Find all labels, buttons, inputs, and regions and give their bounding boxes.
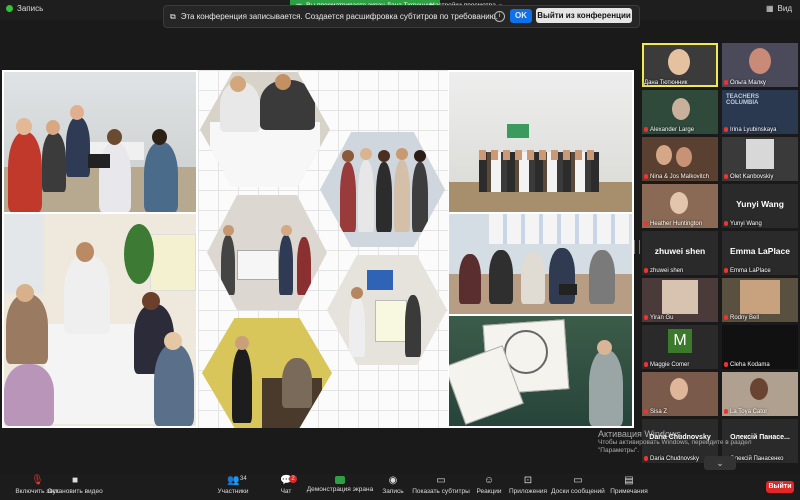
- captions-icon: ▭: [436, 475, 446, 486]
- participant-name: Yunyi Wang: [730, 221, 762, 227]
- participant-tile-zhuwei[interactable]: zhuwei shen zhuwei shen: [642, 231, 718, 275]
- participant-tile-dana[interactable]: Дана Тютюнник: [642, 43, 718, 87]
- participant-tile-latoya[interactable]: La Toya Cator: [722, 372, 798, 416]
- mic-muted-icon: [644, 126, 648, 132]
- activation-title: Активация Windows: [598, 429, 681, 439]
- leave-button[interactable]: Выйти: [766, 481, 794, 493]
- stop-video-label: Остановить видео: [47, 488, 103, 495]
- view-label: Вид: [777, 4, 792, 13]
- mic-muted-icon: [724, 173, 728, 179]
- record-label: Запись: [382, 488, 404, 495]
- whiteboard-icon: ▭: [573, 475, 583, 486]
- mic-muted-icon: [724, 267, 728, 273]
- participant-tile-yunyi[interactable]: Yunyi Wang Yunyi Wang: [722, 184, 798, 228]
- activation-line2: "Параметры".: [598, 447, 640, 454]
- video-camera-icon: ■: [71, 475, 79, 486]
- participant-gallery: Дана Тютюнник Ольга Малку Alexander Larg…: [640, 43, 800, 463]
- photo-group-discussion: [4, 214, 196, 426]
- participant-tile-alexander[interactable]: Alexander Large: [642, 90, 718, 134]
- apps-icon: ⊡: [523, 475, 533, 486]
- notes-button[interactable]: ▤ Примечания: [594, 475, 664, 496]
- mic-muted-icon: [644, 361, 648, 367]
- photo-computer-workshop: [449, 214, 632, 314]
- ok-button[interactable]: OK: [510, 9, 532, 23]
- apps-label: Приложения: [508, 488, 548, 495]
- meeting-toolbar: 🎙 Включить звук ■ Остановить видео 👥 34 …: [0, 474, 800, 500]
- chat-label: Чат: [280, 488, 292, 495]
- participant-name: Alexander Large: [650, 127, 695, 133]
- mic-muted-icon: [724, 361, 728, 367]
- participant-tile-olga[interactable]: Ольга Малку: [722, 43, 798, 87]
- participant-big-name: Yunyi Wang: [736, 199, 784, 209]
- participant-tile-rodny[interactable]: Rodny Bell: [722, 278, 798, 322]
- recording-label: Запись: [17, 4, 44, 13]
- participant-name: Yiran Gu: [650, 315, 674, 321]
- participant-name: Rodny Bell: [730, 315, 760, 321]
- view-button[interactable]: ▦ Вид: [766, 4, 792, 13]
- mic-muted-icon: [644, 455, 648, 461]
- participant-tile-maggie[interactable]: M Maggie Comer: [642, 325, 718, 369]
- participant-tile-nina[interactable]: Nina & Jos Malkovitch: [642, 137, 718, 181]
- participant-name: Maggie Comer: [650, 362, 690, 368]
- chevron-down-icon: ⌄: [716, 458, 724, 468]
- participant-name: Olet Kanbovskiy: [730, 174, 774, 180]
- participant-name: Олексій Панасенко: [730, 456, 784, 462]
- participant-tile-heather[interactable]: Heather Huntington: [642, 184, 718, 228]
- notes-icon: ▤: [624, 475, 634, 486]
- gallery-scroll-down-button[interactable]: ⌄: [704, 456, 736, 470]
- participant-name: Daria Chudnovsky: [650, 456, 700, 462]
- stop-video-button[interactable]: ■ Остановить видео: [40, 475, 110, 496]
- participant-name: Дана Тютюнник: [644, 80, 688, 86]
- participant-tile-yiran[interactable]: Yiran Gu: [642, 278, 718, 322]
- leave-conference-button[interactable]: Выйти из конференции: [536, 8, 632, 23]
- participant-name: zhuwei shen: [650, 268, 684, 274]
- notes-label: Примечания: [610, 488, 648, 495]
- participant-tile-irina[interactable]: TEACHERS COLUMBIA Irina Lyubinskaya: [722, 90, 798, 134]
- participants-icon: 👥: [227, 475, 240, 486]
- chat-badge: 2: [289, 475, 297, 483]
- participant-name: Ольга Малку: [730, 80, 766, 86]
- participants-count: 34: [240, 476, 247, 482]
- mic-muted-icon: [644, 267, 648, 273]
- avatar: M: [668, 329, 692, 353]
- participant-name: Heather Huntington: [650, 221, 703, 227]
- recording-indicator[interactable]: Запись: [6, 4, 43, 13]
- mic-muted-icon: [724, 126, 728, 132]
- mic-muted-icon: [644, 314, 648, 320]
- recording-notice-text: Эта конференция записывается. Создается …: [180, 12, 498, 21]
- mic-muted-icon: [724, 220, 728, 226]
- recording-dot-icon: [6, 5, 13, 12]
- participant-name: Nina & Jos Malkovitch: [650, 174, 710, 180]
- record-icon: ◉: [388, 475, 398, 486]
- participant-tile-olet[interactable]: Olet Kanbovskiy: [722, 137, 798, 181]
- participant-tile-cleha[interactable]: Cleha Kodama: [722, 325, 798, 369]
- mic-muted-icon: [644, 173, 648, 179]
- photo-large-group: [449, 72, 632, 212]
- participant-name: Emma LaPlace: [730, 268, 771, 274]
- mic-muted-icon: [724, 408, 728, 414]
- participant-name: Cleha Kodama: [730, 362, 770, 368]
- participant-name: Irina Lyubinskaya: [730, 127, 777, 133]
- notice-icon: ⧉: [170, 11, 176, 21]
- participant-big-name: zhuwei shen: [654, 246, 706, 256]
- share-screen-icon: [335, 476, 345, 484]
- photo-workshop-table: [4, 72, 196, 212]
- mic-muted-icon: [724, 314, 728, 320]
- grid-view-icon: ▦: [765, 4, 774, 13]
- info-icon[interactable]: i: [494, 11, 505, 22]
- mic-muted-icon: [724, 79, 728, 85]
- windows-activation-watermark: Активация Windows Чтобы активировать Win…: [598, 429, 798, 455]
- participant-name: Sisa Z: [650, 409, 668, 415]
- photo-chalkboard-presenter: [449, 316, 632, 426]
- participant-name: La Toya Cator: [730, 409, 768, 415]
- mic-muted-icon: [644, 408, 648, 414]
- activation-line1: Чтобы активировать Windows, перейдите в …: [598, 439, 752, 446]
- participant-tile-sisa[interactable]: Sisa Z: [642, 372, 718, 416]
- recording-notice: ⧉ Эта конференция записывается. Создаетс…: [163, 5, 640, 28]
- participant-tile-emma[interactable]: Emma LaPlace Emma LaPlace: [722, 231, 798, 275]
- participant-big-name: Emma LaPlace: [729, 246, 790, 256]
- participants-label: Участники: [217, 488, 249, 495]
- shared-screen-slide: [2, 70, 634, 428]
- mic-muted-icon: [644, 220, 648, 226]
